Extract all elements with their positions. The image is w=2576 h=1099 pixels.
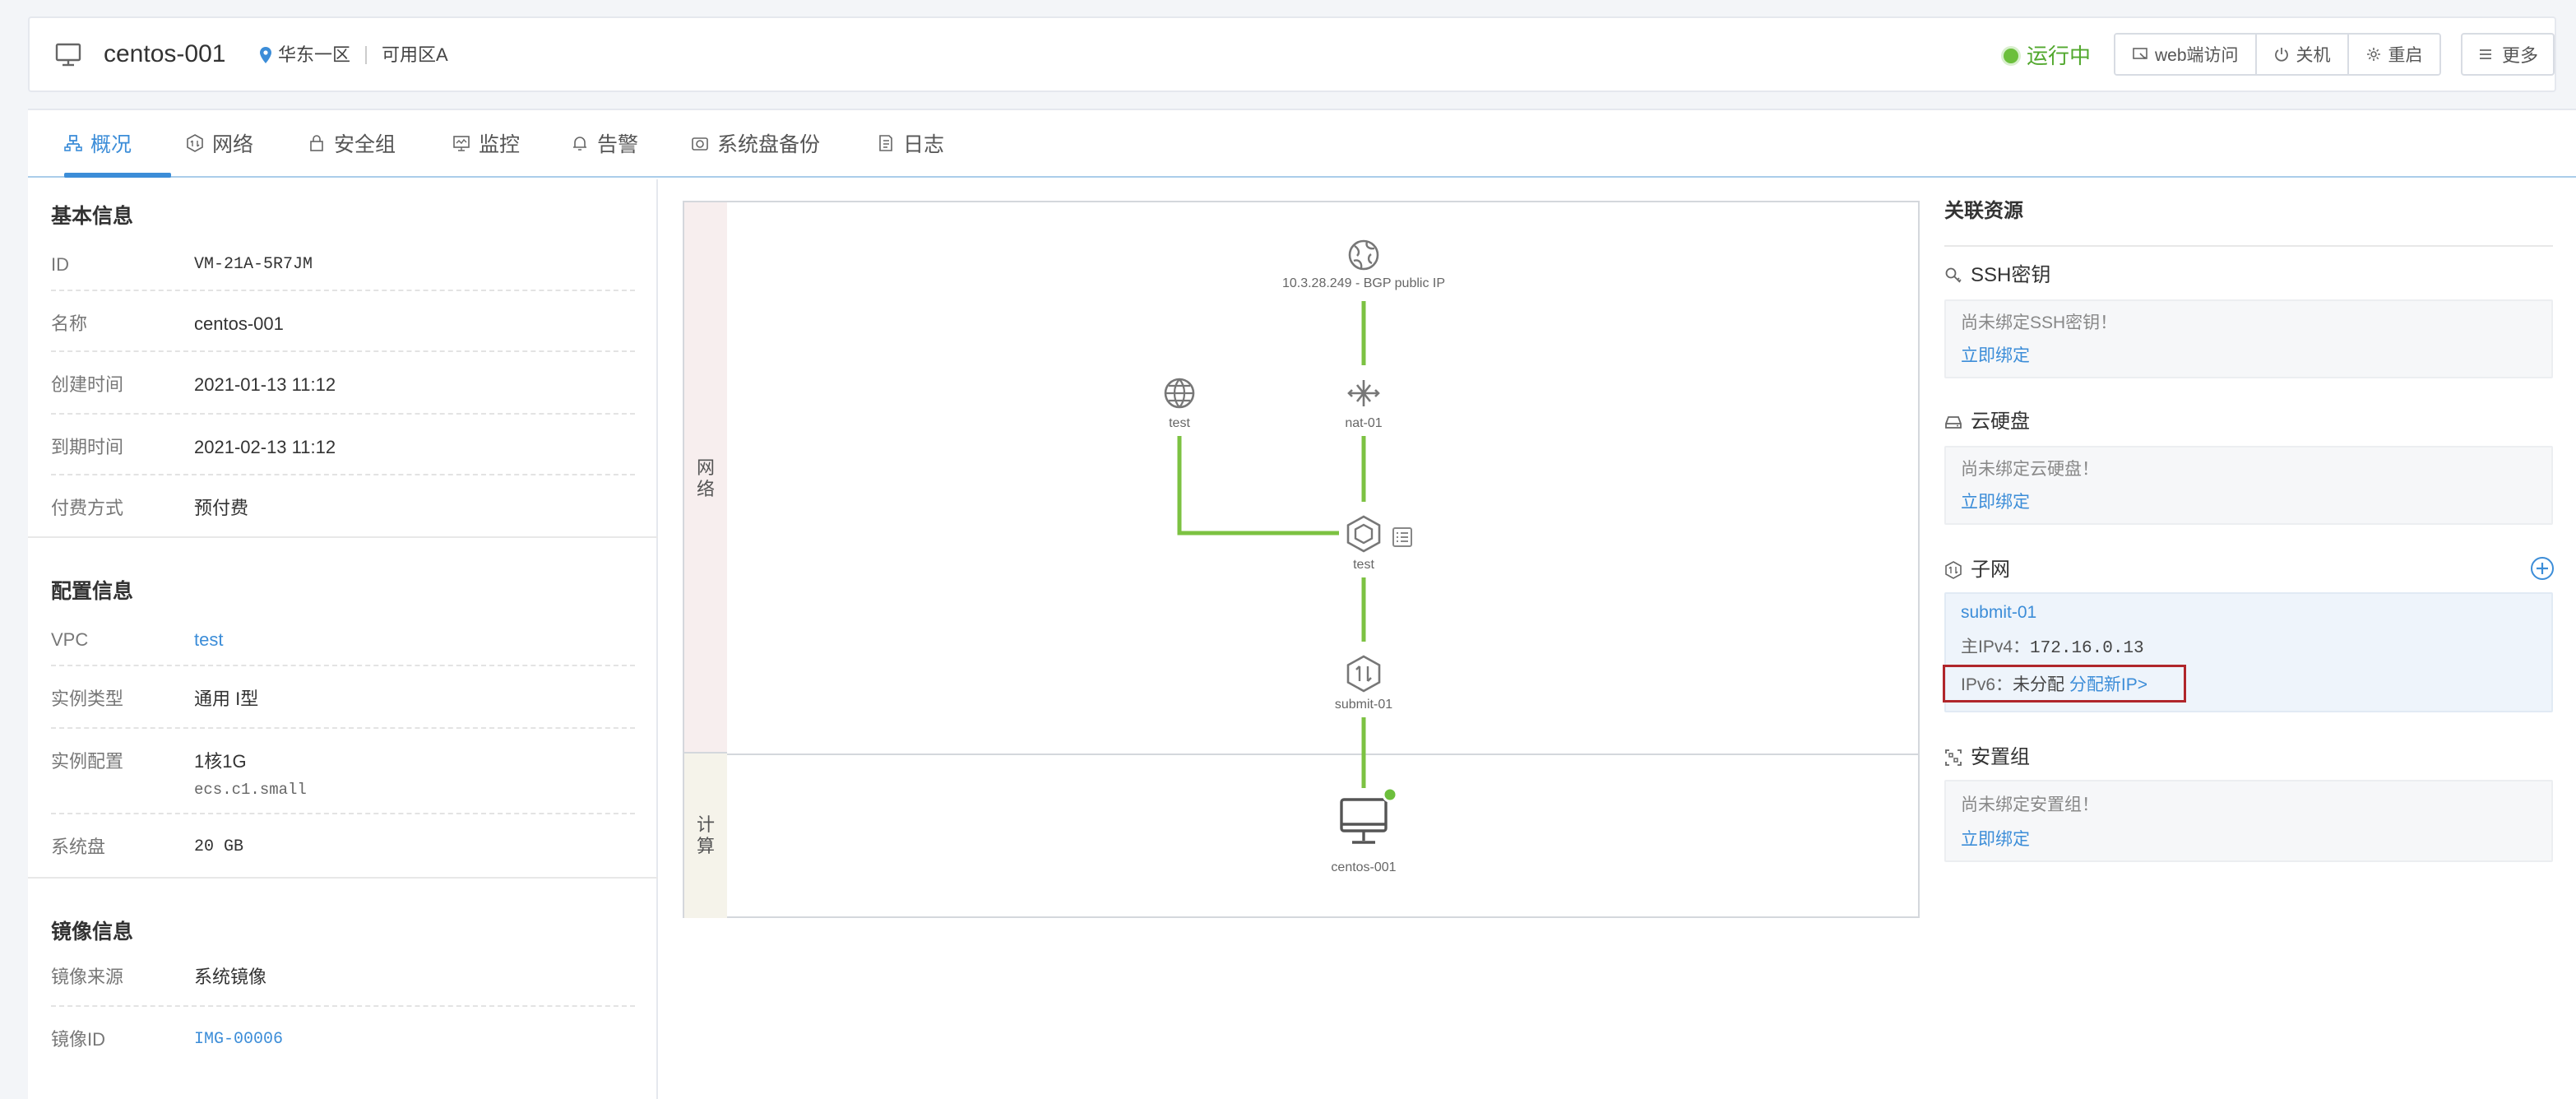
bind-disk-link[interactable]: 立即绑定 xyxy=(1961,490,2030,515)
status-text: 运行中 xyxy=(2027,44,2092,68)
status-badge: 运行中 xyxy=(2004,41,2091,71)
subnet-small-icon xyxy=(1945,561,1962,579)
info-row-expire: 到期时间 2021-02-13 11:12 xyxy=(51,415,635,475)
basic-info-title: 基本信息 xyxy=(51,205,134,228)
ssh-key-box: 尚未绑定SSH密钥！ 立即绑定 xyxy=(1944,299,2553,378)
section-divider xyxy=(28,877,658,879)
info-row-id: ID VM-21A-5R7JM xyxy=(51,229,635,291)
tab-monitoring[interactable]: 监控 xyxy=(452,122,520,165)
vpc-link[interactable]: test xyxy=(194,627,223,653)
instance-id: VM-21A-5R7JM xyxy=(194,255,313,274)
instance-spec-code: ecs.c1.small xyxy=(194,781,307,799)
bind-placement-link[interactable]: 立即绑定 xyxy=(1961,828,2030,852)
info-column: 基本信息 ID VM-21A-5R7JM 名称 centos-001 创建时间 … xyxy=(28,179,658,1099)
zone-label: 可用区A xyxy=(382,44,448,65)
overview-icon xyxy=(64,135,82,151)
divider xyxy=(365,46,368,64)
topology-diagram: 网络 计算 10.3.28.249 - BGP public IP test n… xyxy=(683,201,1920,918)
info-row-instance-type: 实例类型 通用 I型 xyxy=(51,666,635,729)
ssh-key-header: SSH密钥 xyxy=(1944,262,2050,290)
placement-group-box: 尚未绑定安置组！ 立即绑定 xyxy=(1944,780,2553,862)
internet-label: test xyxy=(1169,416,1190,430)
info-row-vpc: VPC test xyxy=(51,605,635,666)
route-table-icon[interactable] xyxy=(1392,526,1413,548)
vpc-icon[interactable] xyxy=(1346,515,1382,553)
restart-icon xyxy=(2366,48,2380,61)
hard-disk-icon xyxy=(1945,416,1962,429)
tab-log[interactable]: 日志 xyxy=(877,122,944,165)
log-icon xyxy=(879,135,892,151)
shutdown-button[interactable]: 关机 xyxy=(2256,35,2349,74)
info-row-billing: 付费方式 预付费 xyxy=(51,498,249,518)
ipv4-address: 172.16.0.13 xyxy=(2030,639,2144,658)
cloud-disk-box: 尚未绑定云硬盘！ 立即绑定 xyxy=(1944,446,2553,525)
instance-header: centos-001 华东一区 可用区A 运行中 web端访问 关机 重启 更多 xyxy=(28,16,2556,92)
web-terminal-icon xyxy=(2133,48,2147,59)
menu-icon xyxy=(2480,49,2491,59)
bell-icon xyxy=(573,137,586,151)
instance-detail-panel: 概况 网络 安全组 监控 告警 系统盘备份 日志 基本信息 ID VM-21A-… xyxy=(28,109,2576,1099)
public-ip-label: 10.3.28.249 - BGP public IP xyxy=(1281,276,1446,290)
instance-location: 华东一区 可用区A xyxy=(260,43,448,67)
topology-links xyxy=(1177,301,1366,788)
subnet-name-link[interactable]: submit-01 xyxy=(1961,601,2036,625)
monitoring-icon xyxy=(453,136,470,151)
add-subnet-icon[interactable] xyxy=(2530,556,2555,581)
placement-group-icon xyxy=(1945,749,1962,766)
placement-group-header: 安置组 xyxy=(1944,744,2030,772)
globe-icon[interactable] xyxy=(1347,239,1380,271)
region-label: 华东一区 xyxy=(278,44,351,65)
camera-icon xyxy=(692,137,708,151)
vpc-label: test xyxy=(1353,558,1374,572)
status-dot-icon xyxy=(2004,49,2018,63)
restart-button[interactable]: 重启 xyxy=(2348,35,2439,74)
tab-overview[interactable]: 概况 xyxy=(64,122,132,165)
running-indicator-icon xyxy=(1382,786,1398,803)
bind-ssh-link[interactable]: 立即绑定 xyxy=(1961,344,2030,369)
lock-icon xyxy=(310,135,323,151)
related-resources-panel: 关联资源 SSH密钥 尚未绑定SSH密钥！ 立即绑定 云硬盘 尚未绑定云硬盘！ … xyxy=(1943,179,2576,1099)
cloud-disk-header: 云硬盘 xyxy=(1944,408,2030,436)
info-row-name: 名称 centos-001 xyxy=(51,291,635,352)
related-resources-title: 关联资源 xyxy=(1944,200,2023,222)
network-icon xyxy=(187,134,203,152)
instance-name: centos-001 xyxy=(104,40,226,67)
power-icon xyxy=(2274,48,2288,62)
subnet-icon[interactable] xyxy=(1346,655,1382,693)
info-row-created: 创建时间 2021-01-13 11:12 xyxy=(51,352,635,415)
location-pin-icon xyxy=(260,47,271,63)
ipv4-row: 主IPv4：172.16.0.13 xyxy=(1961,638,2144,658)
subnet-header: 子网 xyxy=(1944,556,2010,584)
instance-monitor-icon[interactable] xyxy=(1339,796,1392,851)
web-access-button[interactable]: web端访问 xyxy=(2115,35,2257,74)
ipv6-highlight-box xyxy=(1943,665,2186,703)
image-id-link[interactable]: IMG-00006 xyxy=(194,1027,283,1053)
tab-system-disk-backup[interactable]: 系统盘备份 xyxy=(691,122,820,165)
section-divider xyxy=(28,536,658,538)
info-row-image-source: 镜像来源 系统镜像 xyxy=(51,946,635,1007)
internet-icon[interactable] xyxy=(1163,377,1196,410)
tab-alarm[interactable]: 告警 xyxy=(571,122,638,165)
monitor-icon xyxy=(55,43,81,67)
tab-security-group[interactable]: 安全组 xyxy=(308,122,396,165)
divider xyxy=(1944,245,2553,247)
instance-label: centos-001 xyxy=(1331,860,1397,874)
nat-label: nat-01 xyxy=(1345,416,1383,430)
tab-network[interactable]: 网络 xyxy=(186,122,253,165)
info-row-system-disk: 系统盘 20 GB xyxy=(51,837,244,857)
config-info-title: 配置信息 xyxy=(51,580,134,603)
active-tab-indicator xyxy=(64,173,171,178)
subnet-label: submit-01 xyxy=(1334,698,1393,712)
image-info-title: 镜像信息 xyxy=(51,920,134,944)
info-row-instance-config: 实例配置 1核1G ecs.c1.small xyxy=(51,729,635,814)
key-icon xyxy=(1945,267,1962,283)
tab-bar: 概况 网络 安全组 监控 告警 系统盘备份 日志 xyxy=(28,110,2576,178)
action-button-group: web端访问 关机 重启 xyxy=(2114,33,2441,76)
info-row-image-id: 镜像ID IMG-00006 xyxy=(51,1007,635,1069)
nat-gateway-icon[interactable] xyxy=(1346,377,1382,410)
link-internet-vpc xyxy=(1177,436,1339,536)
more-button[interactable]: 更多 xyxy=(2461,33,2555,76)
